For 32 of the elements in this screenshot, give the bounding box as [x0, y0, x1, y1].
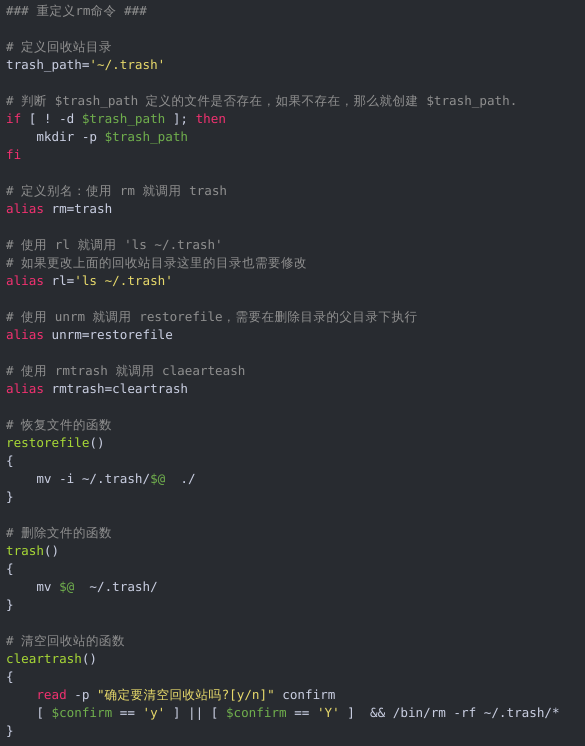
code-line: }	[6, 596, 14, 614]
code-line: }	[6, 722, 14, 740]
code-comment: # 如果更改上面的回收站目录这里的目录也需要修改	[6, 254, 308, 272]
code-line: {	[6, 560, 14, 578]
code-line: {	[6, 452, 14, 470]
code-line: mv -i ~/.trash/$@ ./	[35, 470, 196, 488]
code-line: alias rm=trash	[6, 200, 112, 218]
code-line: alias rl='ls ~/.trash'	[6, 272, 173, 290]
code-line: fi	[6, 146, 22, 164]
code-comment: ### 重定义rm命令 ###	[6, 2, 147, 20]
code-line: read -p "确定要清空回收站吗?[y/n]" confirm	[35, 686, 336, 704]
code-line: alias rmtrash=cleartrash	[6, 380, 188, 398]
code-line: trash()	[6, 542, 60, 560]
code-comment: # 定义回收站目录	[6, 38, 112, 56]
code-line: mv $@ ~/.trash/	[35, 578, 158, 596]
code-line: [ $confirm == 'y' ] || [ $confirm == 'Y' ] && /bin/rm -rf ~/.trash/*	[35, 704, 560, 722]
code-comment: # 删除文件的函数	[6, 524, 112, 542]
code-comment: # 判断 $trash_path 定义的文件是否存在，如果不存在，那么就创建 $trash_path.	[6, 92, 518, 110]
code-line: }	[6, 488, 14, 506]
code-line: mkdir -p $trash_path	[35, 128, 188, 146]
code-line: alias unrm=restorefile	[6, 326, 173, 344]
code-line: restorefile()	[6, 434, 105, 452]
code-line: trash_path='~/.trash'	[6, 56, 166, 74]
code-comment: # 清空回收站的函数	[6, 632, 126, 650]
code-line: cleartrash()	[6, 650, 97, 668]
code-comment: # 使用 rmtrash 就调用 claearteash	[6, 362, 246, 380]
code-comment: # 使用 rl 就调用 'ls ~/.trash'	[6, 236, 223, 254]
code-comment: # 恢复文件的函数	[6, 416, 112, 434]
code-comment: # 定义别名：使用 rm 就调用 trash	[6, 182, 227, 200]
code-line: {	[6, 668, 14, 686]
code-line: if [ ! -d $trash_path ]; then	[6, 110, 226, 128]
code-comment: # 使用 unrm 就调用 restorefile，需要在删除目录的父目录下执行	[6, 308, 418, 326]
